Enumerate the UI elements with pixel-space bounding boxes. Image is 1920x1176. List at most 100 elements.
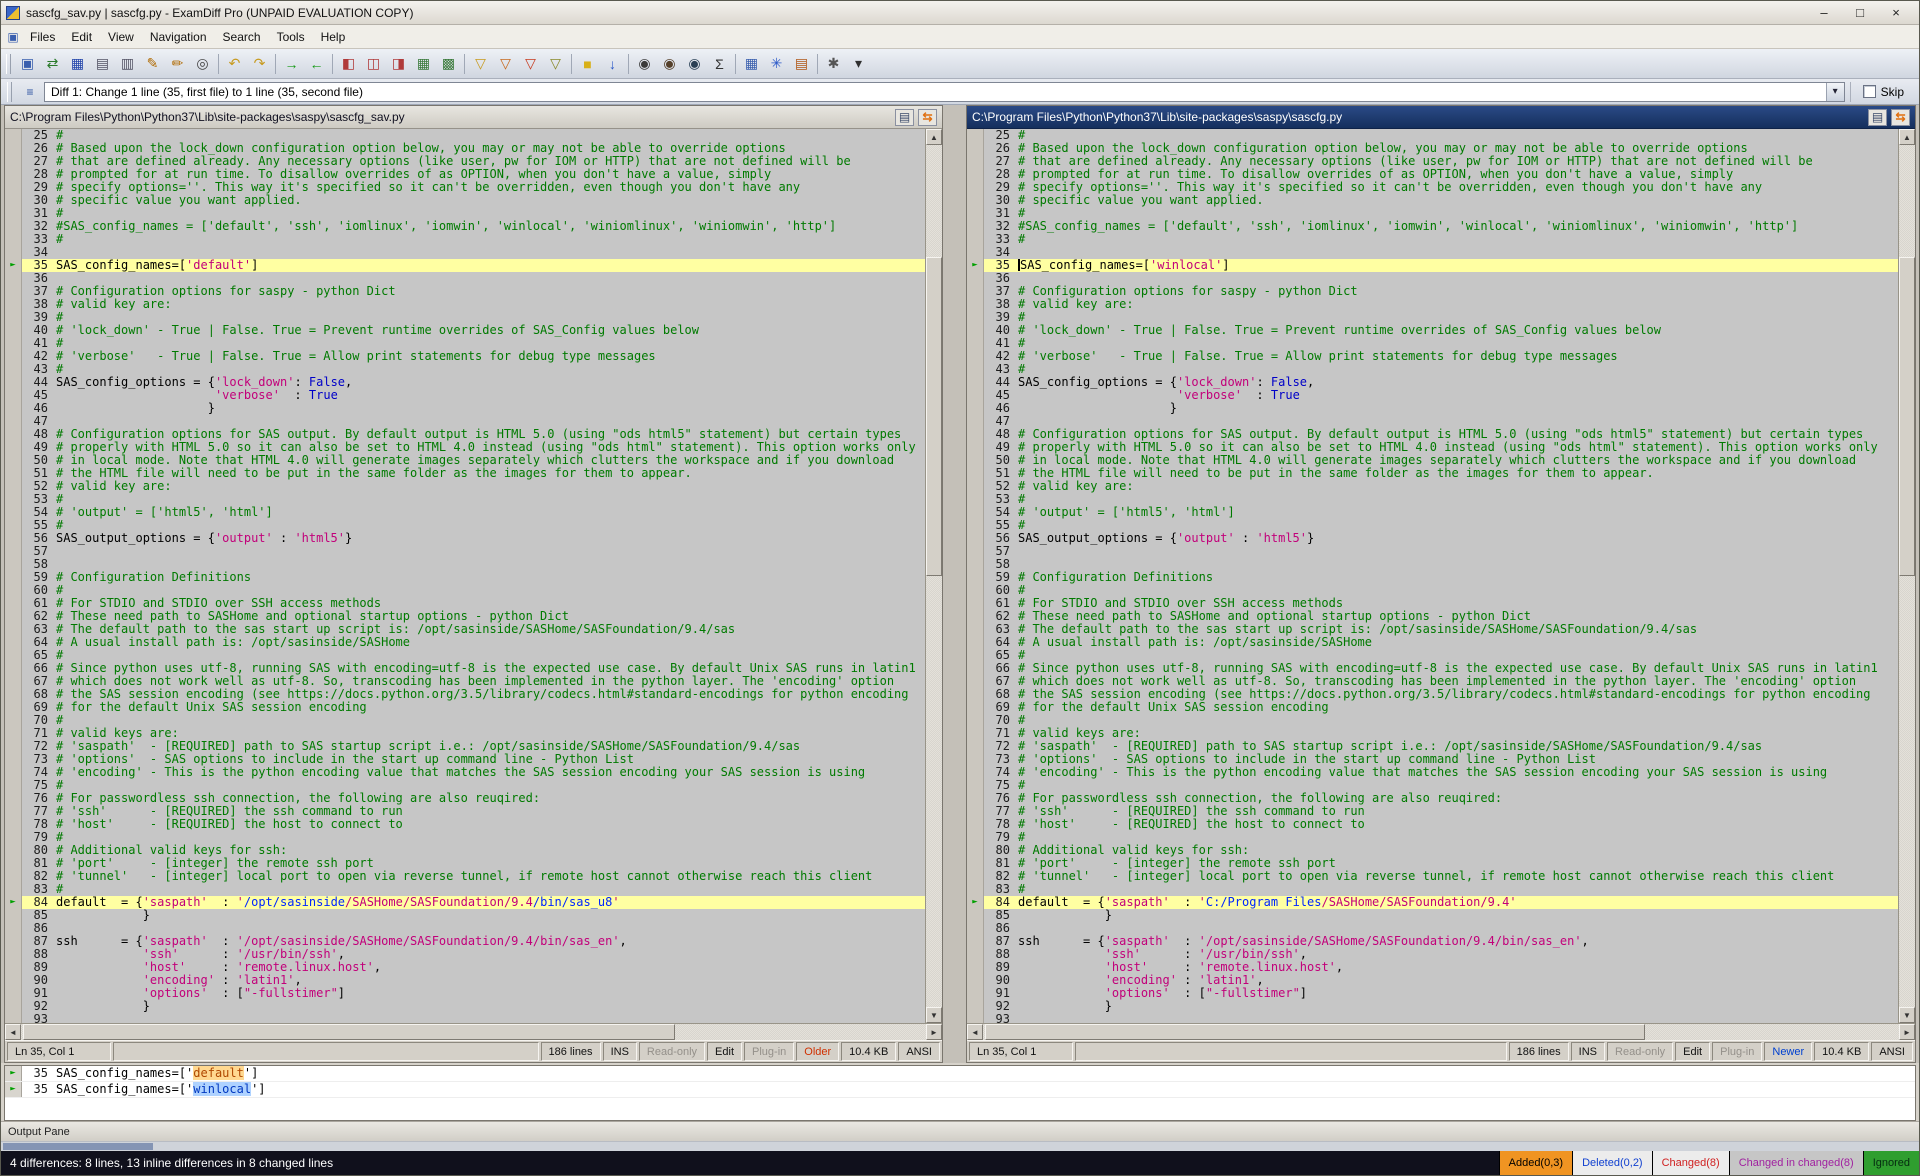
code-line-67[interactable]: 67# which does not work well as utf-8. S… (5, 675, 925, 688)
code-line-56[interactable]: 56SAS_output_options = {'output' : 'html… (967, 532, 1898, 545)
code-line-87[interactable]: 87ssh = {'saspath' : '/opt/sasinside/SAS… (5, 935, 925, 948)
code-line-30[interactable]: 30# specific value you want applied. (967, 194, 1898, 207)
left-vertical-scrollbar[interactable]: ▲ ▼ (925, 129, 942, 1023)
block-select-icon[interactable]: ■ (575, 53, 600, 75)
code-line-33[interactable]: 33# (967, 233, 1898, 246)
code-line-88[interactable]: 88 'ssh' : '/usr/bin/ssh', (5, 948, 925, 961)
swap-panes-icon[interactable]: ⇄ (40, 53, 65, 75)
code-line-48[interactable]: 48# Configuration options for SAS output… (5, 428, 925, 441)
current-diff-combobox[interactable]: Diff 1: Change 1 line (35, first file) t… (44, 82, 1845, 102)
code-line-63[interactable]: 63# The default path to the sas start up… (5, 623, 925, 636)
print-icon[interactable]: ▤ (90, 53, 115, 75)
menu-files[interactable]: Files (22, 26, 63, 48)
code-line-63[interactable]: 63# The default path to the sas start up… (967, 623, 1898, 636)
code-line-35[interactable]: ►35SAS_config_names=['winlocal'] (967, 259, 1898, 272)
left-hscroll-thumb[interactable] (23, 1024, 675, 1040)
scroll-left-icon[interactable]: ◄ (967, 1024, 983, 1040)
minimize-button[interactable]: – (1806, 3, 1842, 23)
search-icon[interactable]: ◎ (190, 53, 215, 75)
code-line-32[interactable]: 32#SAS_config_names = ['default', 'ssh',… (967, 220, 1898, 233)
code-line-73[interactable]: 73# 'options' - SAS options to include i… (967, 753, 1898, 766)
sync-icon[interactable]: ✳ (764, 53, 789, 75)
show-left-pane-icon[interactable]: ◧ (336, 53, 361, 75)
code-line-82[interactable]: 82# 'tunnel' - [integer] local port to o… (967, 870, 1898, 883)
right-hscroll-track[interactable] (983, 1024, 1899, 1040)
statistics-icon[interactable]: Σ (707, 53, 732, 75)
code-line-35[interactable]: ►35SAS_config_names=['default'] (5, 259, 925, 272)
code-line-90[interactable]: 90 'encoding' : 'latin1', (967, 974, 1898, 987)
compare-icon[interactable]: ▣ (15, 53, 40, 75)
find-prev-icon[interactable]: ◉ (682, 53, 707, 75)
code-line-70[interactable]: 70# (5, 714, 925, 727)
code-line-41[interactable]: 41# (967, 337, 1898, 350)
code-line-26[interactable]: 26# Based upon the lock_down configurati… (5, 142, 925, 155)
code-line-44[interactable]: 44SAS_config_options = {'lock_down': Fal… (5, 376, 925, 389)
code-line-64[interactable]: 64# A usual install path is: /opt/sasins… (5, 636, 925, 649)
code-line-33[interactable]: 33# (5, 233, 925, 246)
close-button[interactable]: × (1878, 3, 1914, 23)
code-line-79[interactable]: 79# (5, 831, 925, 844)
print-preview-icon[interactable]: ▥ (115, 53, 140, 75)
code-line-91[interactable]: 91 'options' : ["-fullstimer"] (5, 987, 925, 1000)
code-line-27[interactable]: 27# that are defined already. Any necess… (5, 155, 925, 168)
code-line-69[interactable]: 69# for the default Unix SAS session enc… (5, 701, 925, 714)
code-line-44[interactable]: 44SAS_config_options = {'lock_down': Fal… (967, 376, 1898, 389)
code-line-93[interactable]: 93 (967, 1013, 1898, 1023)
code-line-76[interactable]: 76# For passwordless ssh connection, the… (5, 792, 925, 805)
toolbar-grip[interactable] (6, 54, 11, 74)
code-line-43[interactable]: 43# (967, 363, 1898, 376)
code-line-48[interactable]: 48# Configuration options for SAS output… (967, 428, 1898, 441)
code-line-86[interactable]: 86 (5, 922, 925, 935)
show-right-pane-icon[interactable]: ◨ (386, 53, 411, 75)
code-line-85[interactable]: 85 } (5, 909, 925, 922)
code-line-79[interactable]: 79# (967, 831, 1898, 844)
code-line-85[interactable]: 85 } (967, 909, 1898, 922)
code-line-28[interactable]: 28# prompted for at run time. To disallo… (5, 168, 925, 181)
code-line-87[interactable]: 87ssh = {'saspath' : '/opt/sasinside/SAS… (967, 935, 1898, 948)
code-line-61[interactable]: 61# For STDIO and STDIO over SSH access … (967, 597, 1898, 610)
code-line-54[interactable]: 54# 'output' = ['html5', 'html'] (5, 506, 925, 519)
code-line-54[interactable]: 54# 'output' = ['html5', 'html'] (967, 506, 1898, 519)
left-hscroll-track[interactable] (21, 1024, 926, 1040)
code-line-58[interactable]: 58 (5, 558, 925, 571)
code-line-78[interactable]: 78# 'host' - [REQUIRED] the host to conn… (5, 818, 925, 831)
right-pane-header[interactable]: C:\Program Files\Python\Python37\Lib\sit… (967, 106, 1915, 129)
code-line-42[interactable]: 42# 'verbose' - True | False. True = All… (967, 350, 1898, 363)
menu-navigation[interactable]: Navigation (142, 26, 215, 48)
filter-custom-icon[interactable]: ▽ (518, 53, 543, 75)
code-line-45[interactable]: 45 'verbose' : True (5, 389, 925, 402)
code-line-59[interactable]: 59# Configuration Definitions (967, 571, 1898, 584)
code-line-78[interactable]: 78# 'host' - [REQUIRED] the host to conn… (967, 818, 1898, 831)
left-code-area[interactable]: 25#26# Based upon the lock_down configur… (5, 129, 925, 1023)
code-line-77[interactable]: 77# 'ssh' - [REQUIRED] the ssh command t… (967, 805, 1898, 818)
goto-line-icon[interactable]: ↓ (600, 53, 625, 75)
code-line-58[interactable]: 58 (967, 558, 1898, 571)
diff-detail-row-1[interactable]: ►35SAS_config_names=['default'] (5, 1066, 1915, 1082)
prev-diff-icon[interactable]: ← (304, 53, 329, 75)
code-line-70[interactable]: 70# (967, 714, 1898, 727)
code-line-66[interactable]: 66# Since python uses utf-8, running SAS… (967, 662, 1898, 675)
code-line-76[interactable]: 76# For passwordless ssh connection, the… (967, 792, 1898, 805)
code-line-91[interactable]: 91 'options' : ["-fullstimer"] (967, 987, 1898, 1000)
code-line-34[interactable]: 34 (5, 246, 925, 259)
code-line-75[interactable]: 75# (5, 779, 925, 792)
code-line-40[interactable]: 40# 'lock_down' - True | False. True = P… (5, 324, 925, 337)
scroll-up-icon[interactable]: ▲ (926, 129, 942, 145)
code-line-71[interactable]: 71# valid keys are: (5, 727, 925, 740)
code-line-27[interactable]: 27# that are defined already. Any necess… (967, 155, 1898, 168)
code-line-31[interactable]: 31# (5, 207, 925, 220)
show-both-panes-icon[interactable]: ◫ (361, 53, 386, 75)
code-line-40[interactable]: 40# 'lock_down' - True | False. True = P… (967, 324, 1898, 337)
scroll-down-icon[interactable]: ▼ (926, 1007, 942, 1023)
code-line-86[interactable]: 86 (967, 922, 1898, 935)
code-line-60[interactable]: 60# (5, 584, 925, 597)
code-line-92[interactable]: 92 } (967, 1000, 1898, 1013)
diff-detail-row-2[interactable]: ►35SAS_config_names=['winlocal'] (5, 1082, 1915, 1098)
code-line-67[interactable]: 67# which does not work well as utf-8. S… (967, 675, 1898, 688)
code-line-26[interactable]: 26# Based upon the lock_down configurati… (967, 142, 1898, 155)
code-line-46[interactable]: 46 } (5, 402, 925, 415)
code-line-47[interactable]: 47 (5, 415, 925, 428)
code-line-25[interactable]: 25# (5, 129, 925, 142)
code-line-84[interactable]: ►84default = {'saspath' : '/opt/sasinsid… (5, 896, 925, 909)
next-diff-icon[interactable]: → (279, 53, 304, 75)
